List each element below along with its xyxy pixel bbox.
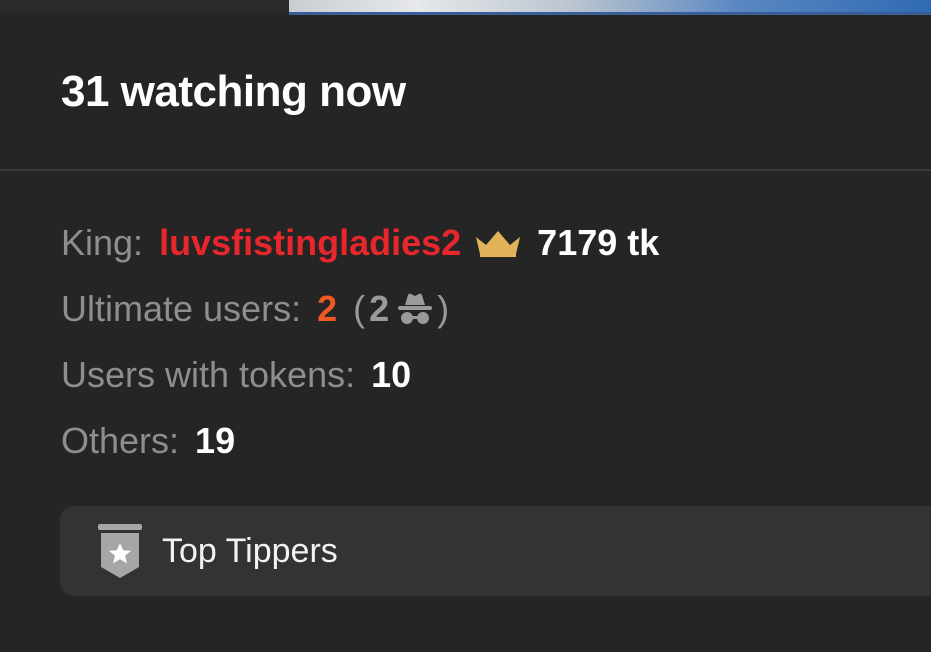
king-label: King: [61, 222, 144, 263]
viewer-stats: King: luvsfistingladies2 7179 tk Ultimat… [61, 210, 921, 474]
viewers-header: 31 watching now [0, 15, 931, 169]
ultimate-users-row: Ultimate users: 2 ( 2 ) [61, 276, 921, 342]
top-tippers-label: Top Tippers [162, 531, 338, 570]
incognito-icon [398, 293, 433, 324]
others-label: Others: [61, 420, 180, 461]
divider [0, 169, 931, 171]
others-row: Others: 19 [61, 408, 921, 474]
paren-open: ( [353, 288, 366, 329]
top-tippers-button[interactable]: Top Tippers [60, 506, 931, 596]
anonymous-count: 2 [369, 288, 390, 329]
users-with-tokens-row: Users with tokens: 10 [61, 342, 921, 408]
crown-icon [476, 231, 521, 257]
page-title: 31 watching now [61, 67, 406, 116]
ultimate-users-label: Ultimate users: [61, 288, 302, 329]
king-tokens: 7179 tk [537, 222, 660, 263]
video-preview[interactable] [289, 0, 931, 15]
king-row: King: luvsfistingladies2 7179 tk [61, 210, 921, 276]
king-username-link[interactable]: luvsfistingladies2 [159, 222, 461, 264]
users-with-tokens-count: 10 [371, 354, 412, 395]
star-badge-icon [98, 524, 142, 578]
others-count: 19 [195, 420, 236, 461]
paren-close: ) [437, 288, 450, 329]
ultimate-users-count: 2 [317, 288, 338, 329]
users-with-tokens-label: Users with tokens: [61, 354, 356, 395]
